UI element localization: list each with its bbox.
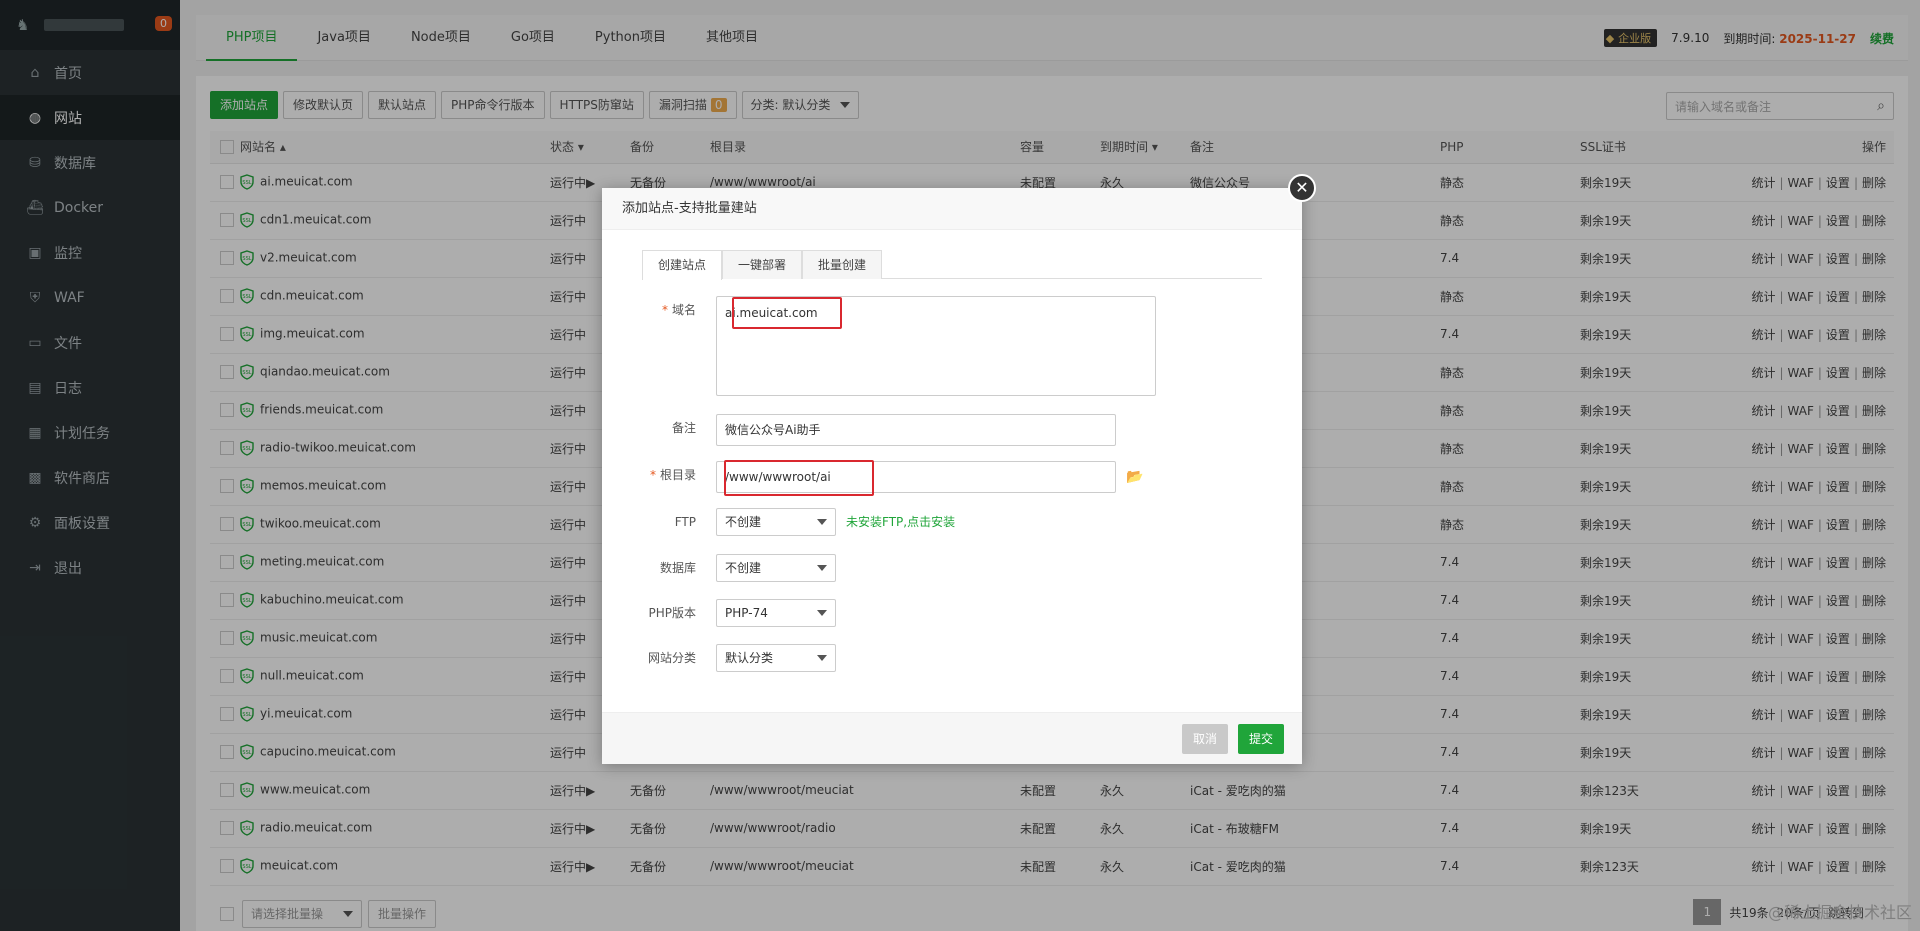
caret-down-icon bbox=[817, 519, 827, 525]
dialog-title: 添加站点-支持批量建站 bbox=[602, 188, 1302, 230]
add-site-dialog: 添加站点-支持批量建站 ✕ 创建站点 一键部署 批量创建 * 域名 ai.meuica… bbox=[602, 174, 1316, 764]
domain-highlight bbox=[732, 297, 842, 329]
domain-row: * 域名 ai.meuicat.com bbox=[642, 296, 1156, 396]
dialog-tabs: 创建站点 一键部署 批量创建 bbox=[642, 250, 1262, 280]
dialog-tab-2[interactable]: 批量创建 bbox=[802, 250, 883, 279]
db-select[interactable]: 不创建 bbox=[716, 554, 836, 582]
ftp-install-link[interactable]: 未安装FTP,点击安装 bbox=[846, 508, 955, 536]
root-highlight bbox=[724, 460, 874, 496]
root-row: * 根目录 /www/wwwroot/ai 📂 bbox=[642, 461, 1143, 493]
cancel-button[interactable]: 取消 bbox=[1181, 724, 1228, 754]
dialog-tab-1[interactable]: 一键部署 bbox=[722, 250, 803, 279]
note-input[interactable]: 微信公众号Ai助手 bbox=[716, 414, 1116, 446]
dialog-tab-0[interactable]: 创建站点 bbox=[642, 250, 723, 280]
ftp-row: FTP 不创建 未安装FTP,点击安装 bbox=[642, 508, 955, 536]
db-row: 数据库 不创建 bbox=[642, 554, 836, 582]
php-row: PHP版本 PHP-74 bbox=[642, 599, 836, 627]
php-select[interactable]: PHP-74 bbox=[716, 599, 836, 627]
dialog-footer: 取消 提交 bbox=[602, 712, 1302, 764]
caret-down-icon bbox=[817, 610, 827, 616]
close-icon[interactable]: ✕ bbox=[1288, 174, 1316, 202]
folder-icon[interactable]: 📂 bbox=[1126, 461, 1143, 493]
submit-button[interactable]: 提交 bbox=[1237, 724, 1284, 754]
caret-down-icon bbox=[817, 655, 827, 661]
site-category-select[interactable]: 默认分类 bbox=[716, 644, 836, 672]
category-row: 网站分类 默认分类 bbox=[642, 644, 836, 672]
note-row: 备注 微信公众号Ai助手 bbox=[642, 414, 1116, 446]
caret-down-icon bbox=[817, 565, 827, 571]
ftp-select[interactable]: 不创建 bbox=[716, 508, 836, 536]
